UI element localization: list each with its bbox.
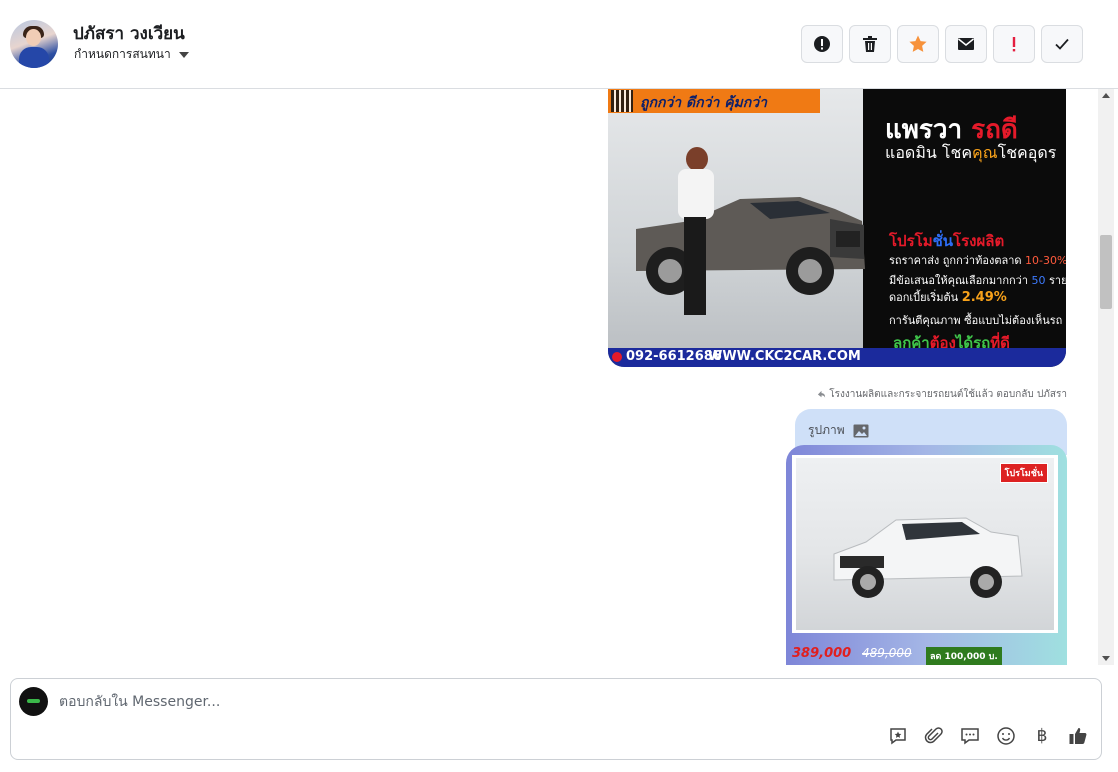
baht-icon: ฿ xyxy=(1036,726,1048,746)
car-photo-frame: โปรโมชั่น xyxy=(792,455,1058,633)
scroll-down-icon[interactable] xyxy=(1102,656,1110,661)
action-toolbar xyxy=(801,25,1083,63)
scroll-up-icon[interactable] xyxy=(1102,93,1110,98)
promo-subtitle: แอดมิน โชคคุณโชคอุดร xyxy=(885,143,1057,162)
promo-line-3: ดอกเบี้ยเริ่มต้น 2.49% xyxy=(889,290,1007,305)
emoji-button[interactable] xyxy=(995,725,1017,747)
trash-icon xyxy=(863,36,877,52)
discount-badge: ลด 100,000 บ. xyxy=(926,647,1002,665)
attachment-icon xyxy=(924,727,943,744)
image-icon xyxy=(853,424,869,437)
avatar[interactable] xyxy=(10,20,58,68)
star-icon xyxy=(909,35,927,52)
promo-line-1: รถราคาส่ง ถูกกว่าท้องตลาด 10-30% xyxy=(889,254,1066,267)
reply-input[interactable] xyxy=(59,691,959,713)
promo-line-4: การันตีคุณภาพ ซื้อแบบไม่ต้องเห็นรถ xyxy=(889,314,1063,327)
mark-done-button[interactable] xyxy=(1041,25,1083,63)
promo-heading: โปรโมชั่นโรงผลิต xyxy=(889,232,1005,250)
chat-bubble-icon xyxy=(961,728,979,745)
promo-banner: ถูกกว่า ดีกว่า คุ้มกว่า xyxy=(608,89,820,113)
spam-button[interactable] xyxy=(801,25,843,63)
like-button[interactable] xyxy=(1067,725,1089,747)
reply-composer: ฿ xyxy=(10,678,1102,760)
delete-button[interactable] xyxy=(849,25,891,63)
qr-code-icon xyxy=(611,90,633,112)
conversation-header: ปภัสรา วงเวียน กำหนดการสนทนา xyxy=(0,0,1118,89)
car-photo: โปรโมชั่น xyxy=(796,458,1054,630)
promo-text-panel: แพรวา รถดี แอดมิน โชคคุณโชคอุดร โปรโมชั่… xyxy=(863,89,1066,367)
price-current: 389,000 xyxy=(792,646,852,661)
photo-label: รูปภาพ xyxy=(808,423,845,437)
scrollbar-thumb[interactable] xyxy=(1100,235,1112,309)
promo-line-2: มีข้อเสนอให้คุณเลือกมากกว่า 50 รายการ xyxy=(889,274,1066,287)
check-icon xyxy=(1055,38,1069,50)
thumbs-up-icon xyxy=(1069,728,1087,744)
alert-circle-icon xyxy=(814,36,830,52)
reply-attribution: โรงงานผลิตและกระจายรถยนต์ใช้แล้ว ตอบกลับ… xyxy=(817,387,1067,402)
mark-unread-button[interactable] xyxy=(945,25,987,63)
promo-footer: 092-6612686 WWW.CKC2CAR.COM xyxy=(608,348,1066,367)
saved-reply-button[interactable] xyxy=(887,725,909,747)
message-scrollbar[interactable] xyxy=(1098,89,1114,665)
caret-down-icon xyxy=(178,51,189,58)
message-thread[interactable]: ถูกกว่า ดีกว่า คุ้มกว่า แพรวา รถดี แอดมิ… xyxy=(0,89,1098,665)
promo-tag: โปรโมชั่น xyxy=(999,463,1048,483)
payment-button[interactable]: ฿ xyxy=(1031,725,1053,747)
star-button[interactable] xyxy=(897,25,939,63)
attachment-button[interactable] xyxy=(923,725,945,747)
exclamation-icon xyxy=(1012,37,1016,52)
white-pickup-image xyxy=(833,517,1023,598)
pickup-truck-image xyxy=(636,197,865,295)
emoji-icon xyxy=(997,727,1015,745)
contact-name[interactable]: ปภัสรา วงเวียน xyxy=(73,20,185,47)
follow-up-button[interactable] xyxy=(993,25,1035,63)
quick-replies-button[interactable] xyxy=(959,725,981,747)
website-link: WWW.CKC2CAR.COM xyxy=(708,349,861,364)
car-photo-message[interactable]: โปรโมชั่น 389,000 489,000 ลด 100,000 บ. xyxy=(786,445,1067,665)
assign-label: กำหนดการสนทนา xyxy=(74,47,171,61)
page-avatar xyxy=(19,687,48,716)
envelope-icon xyxy=(958,38,974,50)
price-original: 489,000 xyxy=(862,646,912,660)
composer-tools: ฿ xyxy=(887,725,1089,747)
promo-image-message[interactable]: ถูกกว่า ดีกว่า คุ้มกว่า แพรวา รถดี แอดมิ… xyxy=(608,89,1066,367)
saved-reply-icon xyxy=(890,728,906,745)
assign-conversation-dropdown[interactable]: กำหนดการสนทนา xyxy=(74,45,189,64)
showroom-photo xyxy=(608,89,865,367)
reply-arrow-icon xyxy=(818,390,826,398)
